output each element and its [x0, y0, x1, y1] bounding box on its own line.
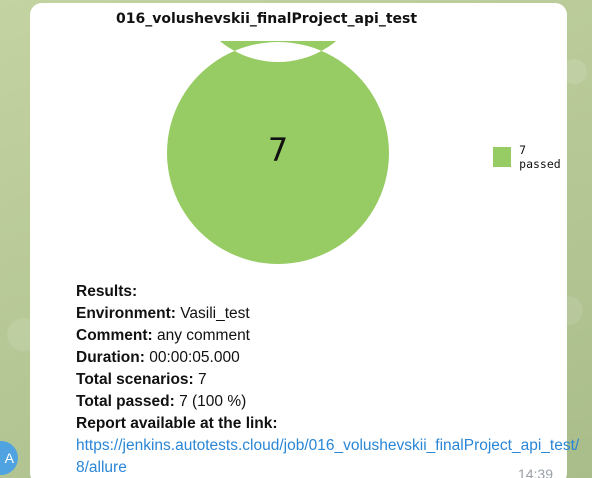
total-passed-value: 7 (100 %) — [179, 393, 247, 410]
legend-swatch-passed — [493, 147, 512, 167]
total-scenarios-value: 7 — [198, 371, 207, 388]
avatar-initial: A — [4, 450, 14, 466]
duration-value: 00:00:05.000 — [149, 349, 240, 366]
message-bubble[interactable]: 016_volushevskii_finalProject_api_test 7… — [30, 3, 579, 478]
environment-value: Vasili_test — [180, 305, 250, 322]
environment-label: Environment: — [76, 305, 176, 322]
chart-title: 016_volushevskii_finalProject_api_test — [116, 11, 418, 27]
report-link[interactable]: https://jenkins.autotests.cloud/job/016_… — [76, 435, 588, 478]
duration-label: Duration: — [76, 349, 145, 366]
chart-center-total: 7 — [267, 131, 289, 169]
report-label: Report available at the link: — [76, 415, 278, 432]
chart-legend: 7 passed — [493, 143, 567, 171]
comment-value: any comment — [156, 327, 250, 344]
results-text: Results: Environment: Vasili_test Commen… — [76, 281, 592, 478]
comment-label: Comment: — [76, 327, 153, 344]
legend-label-passed: 7 passed — [519, 143, 561, 171]
message-time: 14:39 — [517, 466, 553, 478]
total-passed-label: Total passed: — [76, 393, 175, 410]
total-scenarios-label: Total scenarios: — [76, 371, 194, 388]
results-heading: Results: — [76, 283, 138, 300]
